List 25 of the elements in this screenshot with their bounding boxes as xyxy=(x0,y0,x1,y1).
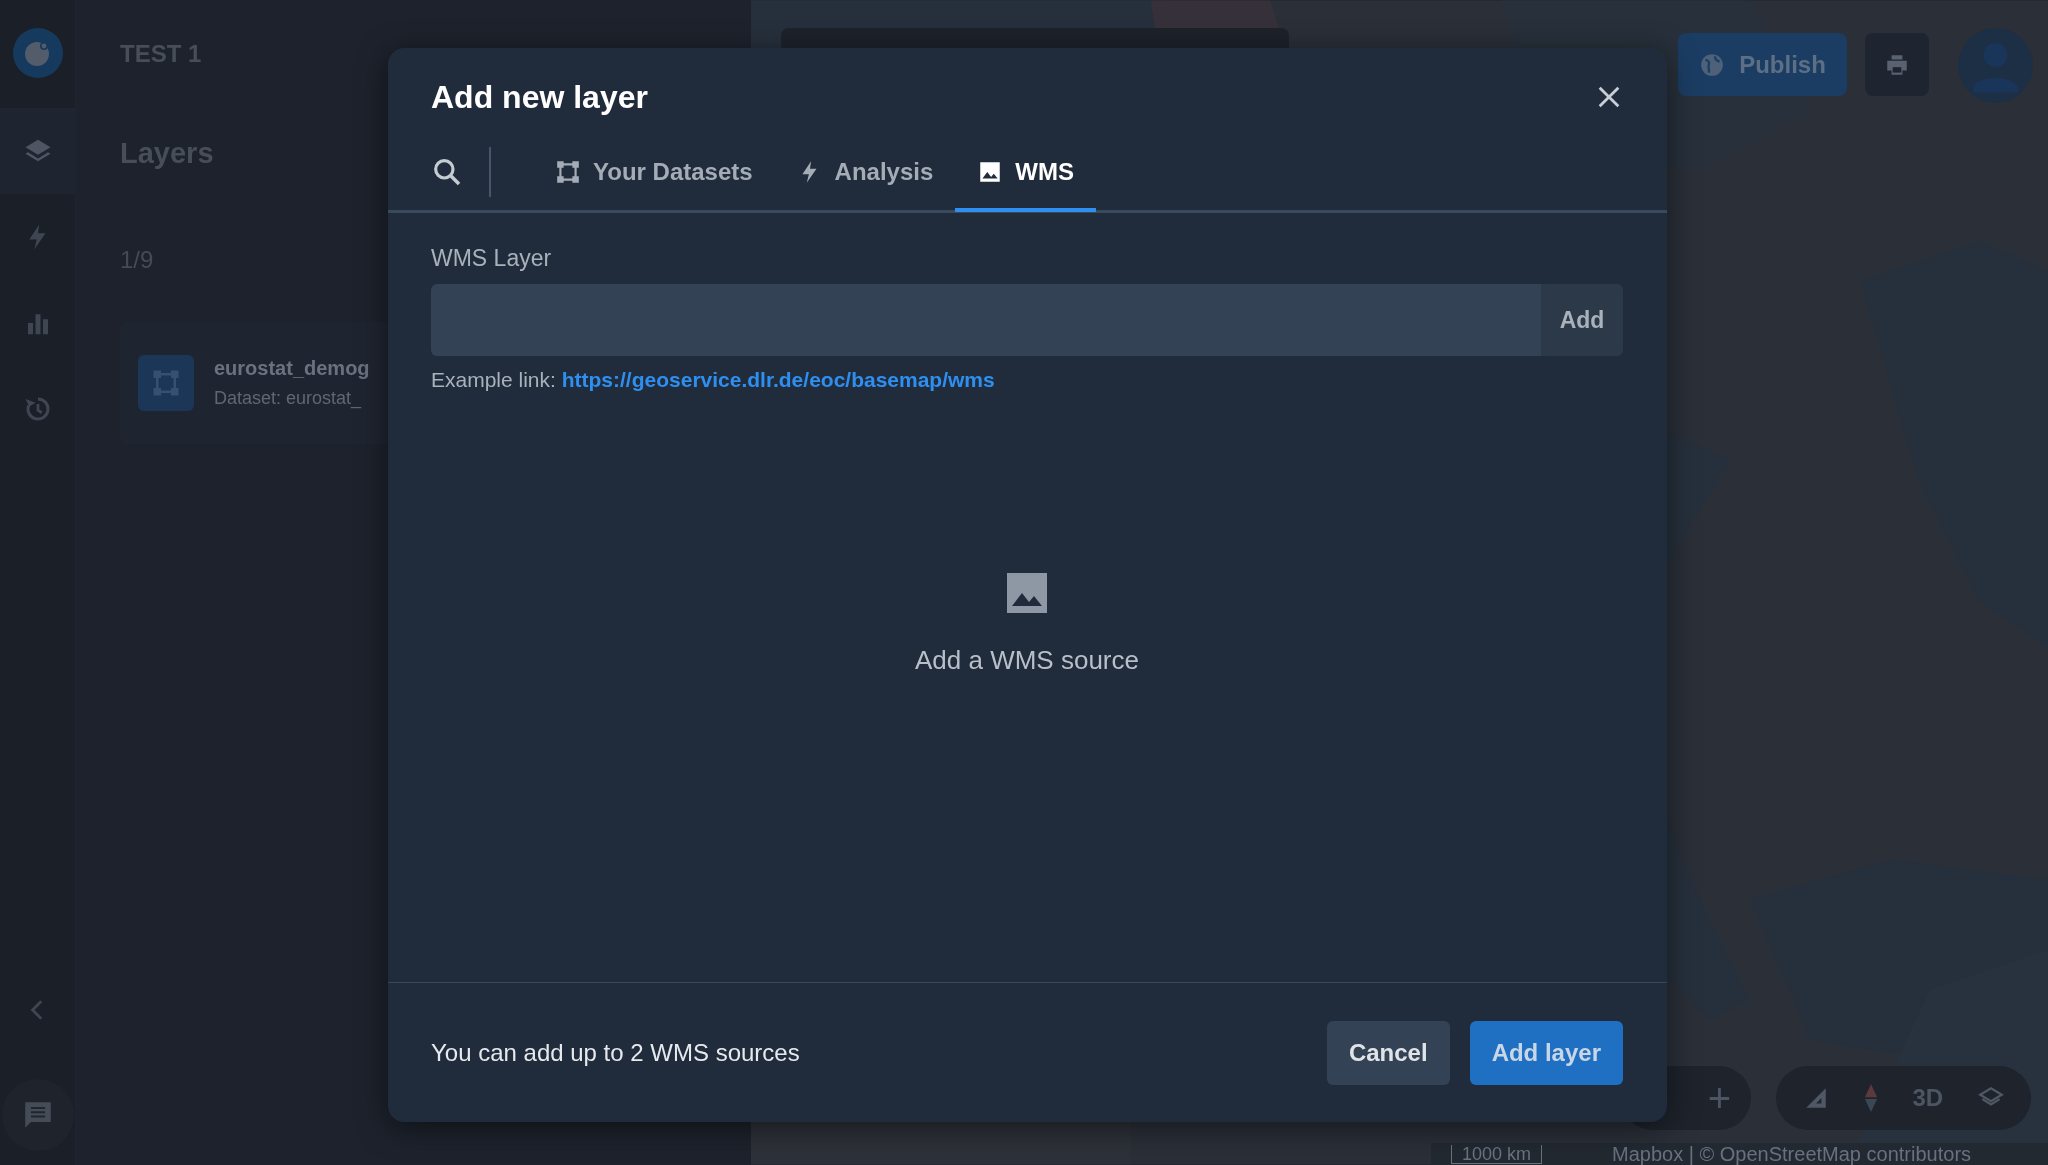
layer-name: eurostat_demog xyxy=(214,357,370,380)
add-button[interactable]: Add xyxy=(1541,284,1623,356)
add-layer-button[interactable]: Add layer xyxy=(1469,1020,1623,1085)
avatar-icon[interactable] xyxy=(1958,28,2033,103)
compass-icon[interactable] xyxy=(1863,1083,1878,1113)
dialog-title: Add new layer xyxy=(431,78,648,116)
print-button[interactable] xyxy=(1865,33,1929,96)
input-field[interactable] xyxy=(431,284,1541,356)
example-link[interactable]: https://geoservice.dlr.de/eoc/basemap/wms xyxy=(561,368,995,391)
attribution-text: Mapbox | © OpenStreetMap contributors xyxy=(1612,1142,1972,1165)
footer-note: You can add up to 2 WMS sources xyxy=(431,1038,800,1067)
tab[interactable]: Your Datasets xyxy=(533,135,775,212)
dataset-icon xyxy=(555,158,581,185)
empty-state-text: Add a WMS source xyxy=(915,644,1139,676)
logo-icon[interactable] xyxy=(12,28,63,78)
tab[interactable]: Analysis xyxy=(774,135,956,212)
search-icon[interactable] xyxy=(431,156,463,188)
dataset-icon xyxy=(151,368,181,398)
field-label: WMS Layer xyxy=(431,245,553,272)
example-text: Example link: https://geoservice.dlr.de/eoc/basemap/wms xyxy=(431,368,996,392)
map-scale: 1000 km xyxy=(1451,1144,1543,1164)
cancel-button[interactable]: Cancel xyxy=(1326,1020,1450,1085)
globe-icon xyxy=(1699,51,1726,78)
tab[interactable]: WMS xyxy=(955,135,1096,212)
layer-subtitle: Dataset: eurostat_ xyxy=(214,388,363,409)
